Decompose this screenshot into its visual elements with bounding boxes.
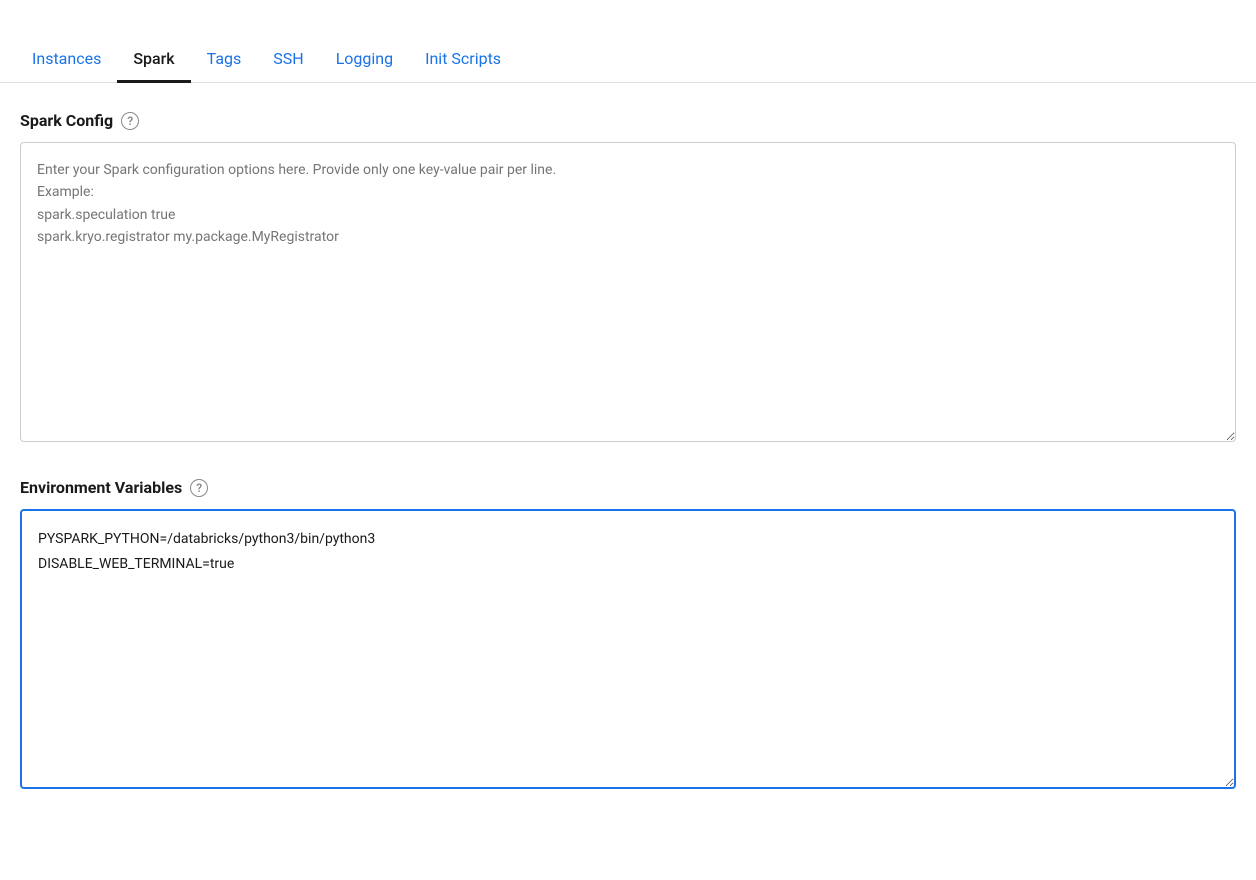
- tab-tags[interactable]: Tags: [191, 37, 258, 83]
- tab-ssh[interactable]: SSH: [257, 37, 319, 83]
- spark-config-help-icon[interactable]: ?: [121, 112, 139, 130]
- tab-logging[interactable]: Logging: [320, 37, 409, 83]
- tab-instances[interactable]: Instances: [16, 37, 117, 83]
- env-variables-label: Environment Variables ?: [20, 478, 1236, 497]
- tab-init-scripts[interactable]: Init Scripts: [409, 37, 517, 83]
- spark-config-textarea[interactable]: [20, 142, 1236, 442]
- spark-config-section: Spark Config ?: [20, 111, 1236, 446]
- spark-config-label: Spark Config ?: [20, 111, 1236, 130]
- main-content: Spark Config ? Environment Variables ?: [0, 83, 1256, 853]
- env-variables-help-icon[interactable]: ?: [190, 479, 208, 497]
- env-variables-title: Environment Variables: [20, 478, 182, 497]
- tab-spark[interactable]: Spark: [117, 37, 190, 83]
- spark-config-title: Spark Config: [20, 111, 113, 130]
- tabs-nav: Instances Spark Tags SSH Logging Init Sc…: [0, 0, 1256, 83]
- env-variables-textarea[interactable]: [20, 509, 1236, 789]
- env-variables-section: Environment Variables ?: [20, 478, 1236, 793]
